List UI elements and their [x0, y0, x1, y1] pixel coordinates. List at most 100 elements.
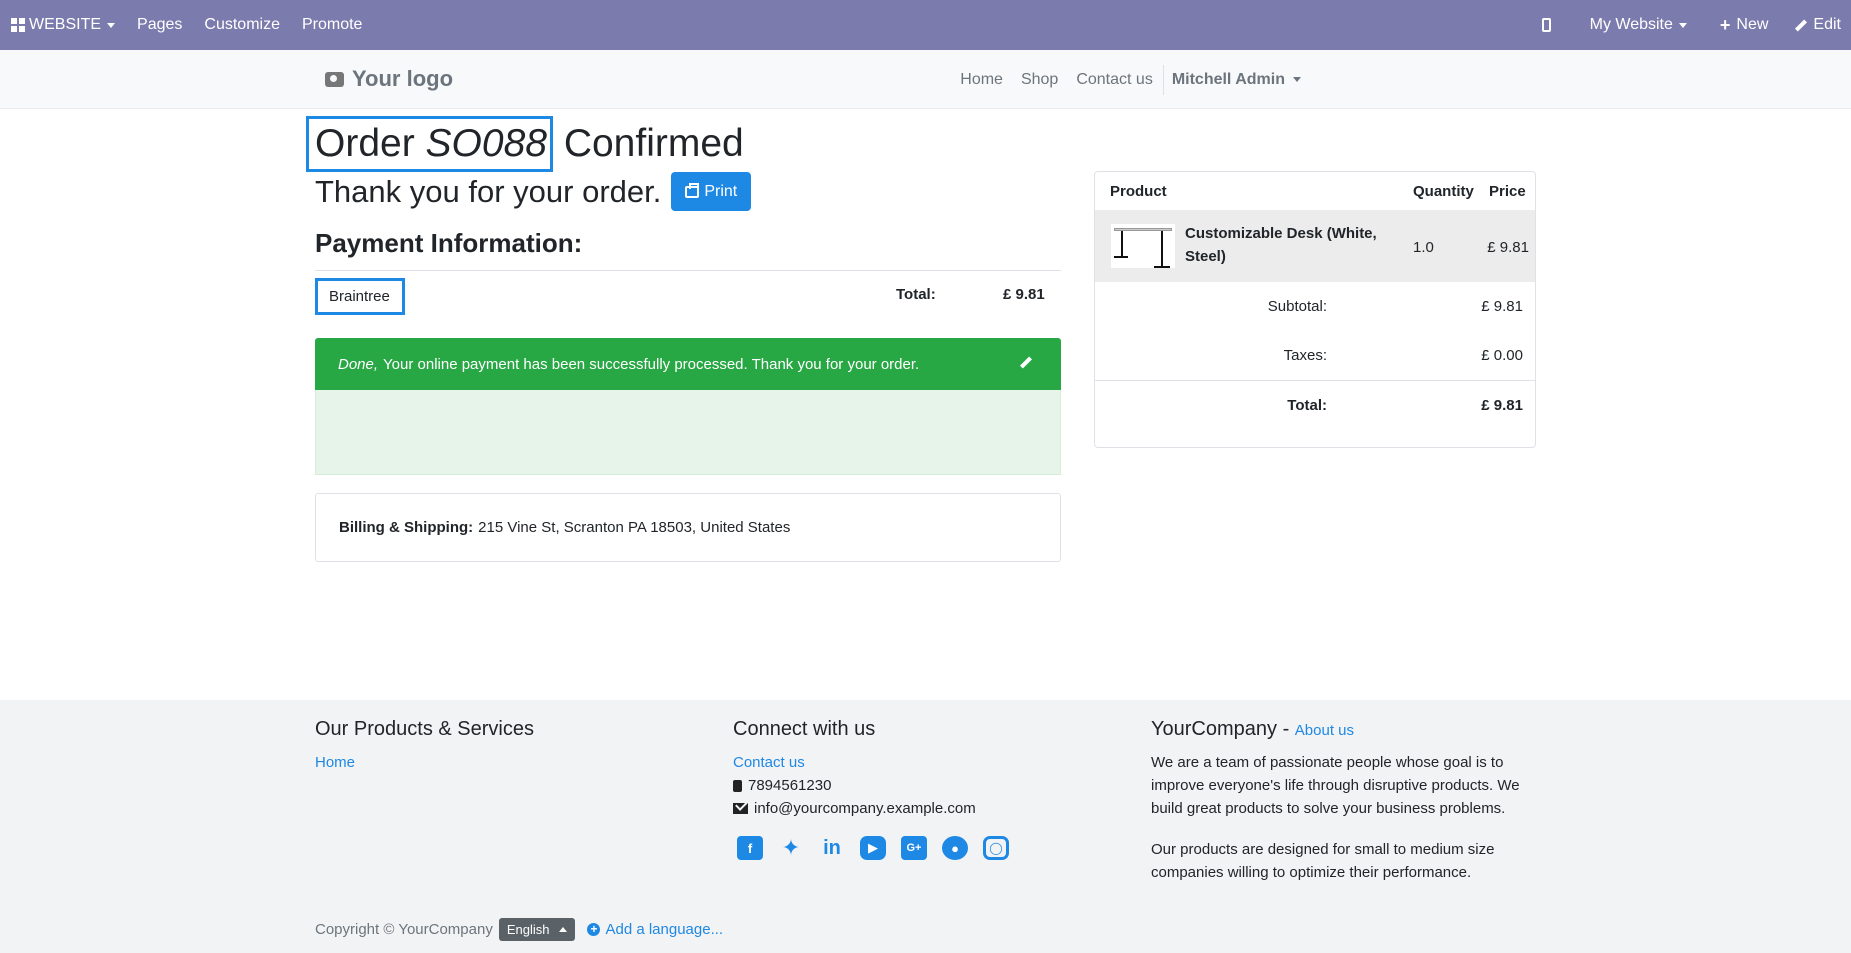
page-title: Order SO088 Confirmed: [306, 116, 744, 172]
print-button[interactable]: Print: [671, 172, 752, 211]
edit-button-label: Edit: [1813, 16, 1841, 33]
logo-text: Your logo: [352, 66, 454, 91]
footer-phone: 7894561230: [733, 774, 1024, 797]
payment-total-value: £ 9.81: [1003, 286, 1045, 303]
new-button-label: New: [1736, 16, 1769, 33]
add-language-label: Add a language...: [605, 921, 724, 938]
footer-connect-title: Connect with us: [733, 718, 876, 740]
alert-done: Done,: [338, 355, 379, 373]
camera-icon: [325, 71, 344, 87]
google-plus-icon[interactable]: G+: [901, 836, 927, 860]
subtotal-label: Subtotal:: [1267, 298, 1327, 315]
language-selector[interactable]: English: [498, 918, 576, 941]
payment-success-alert: Done, Your online payment has been succe…: [315, 338, 1061, 390]
payment-total-label: Total:: [896, 286, 936, 303]
footer-phone-number: 7894561230: [748, 777, 832, 794]
promote-menu[interactable]: Promote: [291, 0, 373, 50]
chevron-up-icon: [559, 927, 568, 932]
nav-shop[interactable]: Shop: [1021, 71, 1058, 89]
apps-menu[interactable]: WEBSITE: [0, 0, 126, 50]
instagram-icon[interactable]: ◯: [983, 836, 1009, 860]
site-logo[interactable]: Your logo: [325, 66, 453, 92]
payment-method: Braintree: [315, 278, 405, 315]
billing-shipping-box: Billing & Shipping: 215 Vine St, Scranto…: [315, 493, 1061, 562]
apps-menu-label: WEBSITE: [29, 16, 102, 33]
user-menu[interactable]: Mitchell Admin: [1172, 71, 1301, 89]
payment-information-title: Payment Information:: [315, 228, 583, 258]
nav-home[interactable]: Home: [960, 71, 1003, 89]
twitter-icon[interactable]: ✦: [778, 835, 804, 860]
customize-menu[interactable]: Customize: [193, 0, 291, 50]
facebook-icon[interactable]: f: [737, 836, 763, 860]
footer-about-text-2: Our products are designed for small to m…: [1151, 841, 1495, 881]
alert-text: Your online payment has been successfull…: [383, 355, 920, 373]
mobile-icon: [1541, 18, 1551, 32]
footer-company-name: YourCompany: [1151, 718, 1278, 740]
footer-products-column: Our Products & Services Home: [315, 718, 534, 774]
copyright-bar: Copyright © YourCompany English + Add a …: [315, 918, 723, 941]
billing-label: Billing & Shipping:: [339, 519, 474, 536]
product-name: Customizable Desk (White, Steel): [1185, 225, 1377, 265]
printer-icon: [685, 182, 700, 198]
plus-icon: +: [1719, 14, 1731, 35]
chevron-down-icon: [107, 22, 116, 28]
pages-menu[interactable]: Pages: [126, 0, 193, 50]
summary-header: Product Quantity Price: [1095, 172, 1535, 209]
order-number: SO088: [425, 122, 547, 165]
pencil-icon[interactable]: [1021, 358, 1031, 368]
chevron-down-icon: [1678, 22, 1687, 28]
edit-button[interactable]: Edit: [1788, 0, 1851, 50]
thank-you-line: Thank you for your order. Print: [315, 172, 752, 211]
user-name: Mitchell Admin: [1171, 70, 1285, 88]
site-header: Your logo Home Shop Contact us Mitchell …: [0, 50, 1851, 109]
social-links: f ✦ in ▶ G+ ● ◯: [737, 835, 1024, 860]
order-number-highlight: Order SO088: [306, 116, 553, 172]
youtube-icon[interactable]: ▶: [860, 836, 886, 860]
chevron-down-icon: [1293, 77, 1301, 82]
product-price: £ 9.81: [1487, 239, 1529, 256]
github-icon[interactable]: ●: [942, 836, 968, 860]
main-nav: Home Shop Contact us Mitchell Admin: [942, 50, 1301, 109]
nav-divider: [1162, 64, 1164, 95]
product-quantity: 1.0: [1413, 239, 1434, 256]
footer-about-column: YourCompany - About us We are a team of …: [1151, 718, 1545, 902]
footer-about-text-1: We are a team of passionate people whose…: [1151, 754, 1520, 817]
summary-divider: [1095, 380, 1535, 381]
header-product: Product: [1110, 183, 1167, 200]
payment-alert-body: [315, 390, 1061, 475]
footer-company-title: YourCompany - About us: [1151, 718, 1355, 740]
taxes-value: £ 0.00: [1481, 347, 1523, 364]
footer-connect-column: Connect with us Contact us 7894561230 in…: [733, 718, 1024, 860]
header-quantity: Quantity: [1413, 183, 1474, 200]
phone-icon: [733, 779, 742, 792]
footer-products-title: Our Products & Services: [315, 718, 534, 740]
admin-bar: WEBSITE Pages Customize Promote My Websi…: [0, 0, 1851, 50]
envelope-icon: [733, 803, 748, 814]
website-selector-label: My Website: [1589, 16, 1673, 33]
new-button[interactable]: + New: [1709, 0, 1789, 50]
linkedin-icon[interactable]: in: [819, 836, 845, 860]
payment-divider: [315, 270, 1061, 271]
print-button-label: Print: [704, 182, 738, 200]
summary-total-label: Total:: [1287, 397, 1327, 414]
thank-you-text: Thank you for your order.: [315, 173, 662, 209]
footer-email: info@yourcompany.example.com: [733, 797, 1024, 820]
footer-email-address: info@yourcompany.example.com: [754, 800, 976, 817]
plus-circle-icon: +: [587, 923, 601, 936]
mobile-preview-button[interactable]: [1531, 0, 1579, 50]
website-selector[interactable]: My Website: [1579, 0, 1709, 50]
order-summary-card: Product Quantity Price Customizable Desk…: [1094, 171, 1536, 448]
add-language-link[interactable]: + Add a language...: [587, 921, 723, 938]
apps-grid-icon: [11, 18, 25, 32]
subtotal-value: £ 9.81: [1481, 298, 1523, 315]
footer-contact-link[interactable]: Contact us: [733, 751, 805, 774]
order-title-suffix: Confirmed: [563, 122, 744, 165]
header-price: Price: [1489, 183, 1526, 200]
nav-contact-us[interactable]: Contact us: [1076, 71, 1152, 89]
footer-home-link[interactable]: Home: [315, 751, 355, 774]
order-title-prefix: Order: [315, 122, 415, 165]
pencil-icon: [1795, 18, 1808, 32]
summary-product-row: Customizable Desk (White, Steel) 1.0 £ 9…: [1095, 210, 1535, 282]
site-footer: Our Products & Services Home Connect wit…: [0, 700, 1851, 953]
footer-about-link[interactable]: About us: [1295, 722, 1354, 739]
